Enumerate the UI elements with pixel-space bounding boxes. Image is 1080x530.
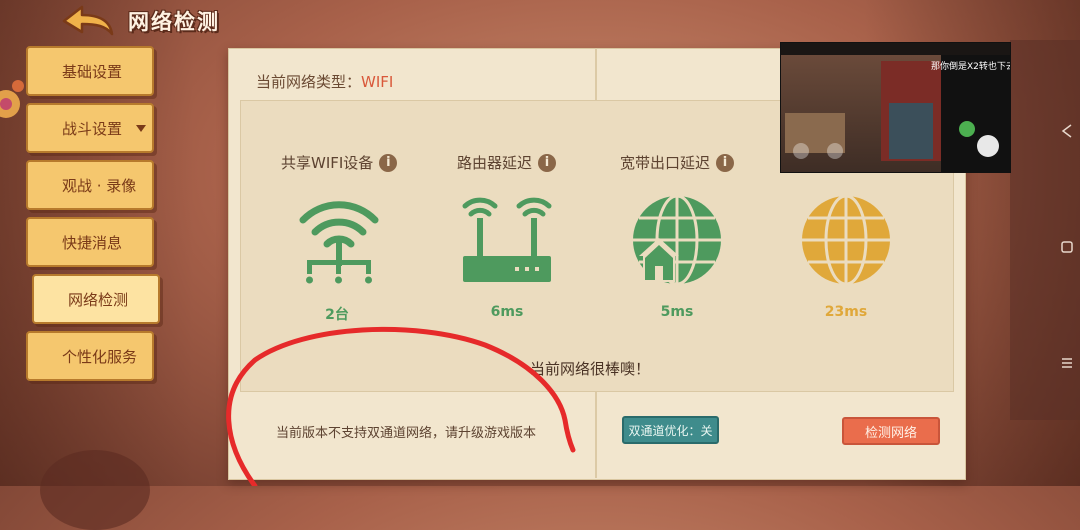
network-type-label: 当前网络类型：: [256, 73, 362, 91]
sidebar-item-basic-settings[interactable]: 基础设置: [26, 46, 154, 96]
network-type: 当前网络类型：WIFI: [256, 71, 393, 92]
video-caption: 那你倒是X2转也下去: [931, 62, 1011, 72]
info-icon[interactable]: i: [716, 153, 735, 172]
metric-value-shared-wifi: 2台: [325, 307, 349, 323]
dual-channel-toggle-button[interactable]: 双通道优化：关: [622, 416, 719, 444]
metric-title-shared-wifi: 共享WIFI设备 i: [281, 152, 398, 173]
router-icon: [462, 197, 552, 282]
wifi-share-icon: [299, 201, 379, 284]
chevron-down-icon: [136, 125, 146, 132]
red-circle-annotation: [226, 326, 576, 486]
info-icon[interactable]: i: [379, 153, 398, 172]
sidebar-item-quick-messages[interactable]: 快捷消息: [26, 217, 154, 267]
metric-title-text: 宽带出口延迟: [620, 154, 711, 172]
page-title: 网络检测: [128, 10, 220, 34]
metric-value-game-latency: 23ms: [824, 304, 868, 320]
flower-icon: [0, 80, 24, 118]
globe-icon: [802, 194, 890, 286]
sidebar-item-label: 网络检测: [68, 290, 129, 309]
video-status-bar: [781, 43, 1010, 55]
network-type-value: WIFI: [361, 73, 394, 91]
metric-title-text: 路由器延迟: [457, 154, 533, 172]
back-triangle-icon[interactable]: [1060, 124, 1074, 138]
sidebar-item-label: 快捷消息: [62, 233, 123, 252]
metric-title-broadband-latency: 宽带出口延迟 i: [620, 152, 735, 173]
sidebar-item-spectate-replay[interactable]: 观战 · 录像: [26, 160, 154, 210]
sidebar-item-label: 战斗设置: [62, 119, 123, 138]
back-arrow-icon[interactable]: [58, 4, 116, 38]
video-right-arrow-icon: [827, 143, 843, 159]
sidebar-item-label: 观战 · 录像: [62, 176, 137, 195]
video-jump-icon: [977, 135, 999, 157]
video-overlay[interactable]: 那你倒是X2转也下去: [780, 42, 1011, 173]
globe-home-icon: [633, 194, 721, 286]
sidebar-item-label: 个性化服务: [62, 347, 138, 366]
home-square-icon[interactable]: [1060, 240, 1074, 254]
metric-title-router-latency: 路由器延迟 i: [457, 152, 557, 173]
video-skill-icon: [959, 121, 975, 137]
video-hud: [941, 55, 1010, 172]
background-decoration: [40, 450, 150, 530]
metric-title-text: 共享WIFI设备: [281, 154, 374, 172]
metric-value-router-latency: 6ms: [490, 304, 524, 320]
sidebar-item-network-check[interactable]: 网络检测: [32, 274, 160, 324]
video-left-arrow-icon: [793, 143, 809, 159]
info-icon[interactable]: i: [538, 153, 557, 172]
sidebar-item-battle-settings[interactable]: 战斗设置: [26, 103, 154, 153]
check-network-button[interactable]: 检测网络: [842, 417, 940, 445]
video-scene-window: [889, 103, 933, 159]
menu-lines-icon[interactable]: [1060, 356, 1074, 370]
sidebar-item-label: 基础设置: [62, 62, 123, 81]
sidebar-item-personalized-service[interactable]: 个性化服务: [26, 331, 154, 381]
metric-value-broadband-latency: 5ms: [660, 304, 694, 320]
